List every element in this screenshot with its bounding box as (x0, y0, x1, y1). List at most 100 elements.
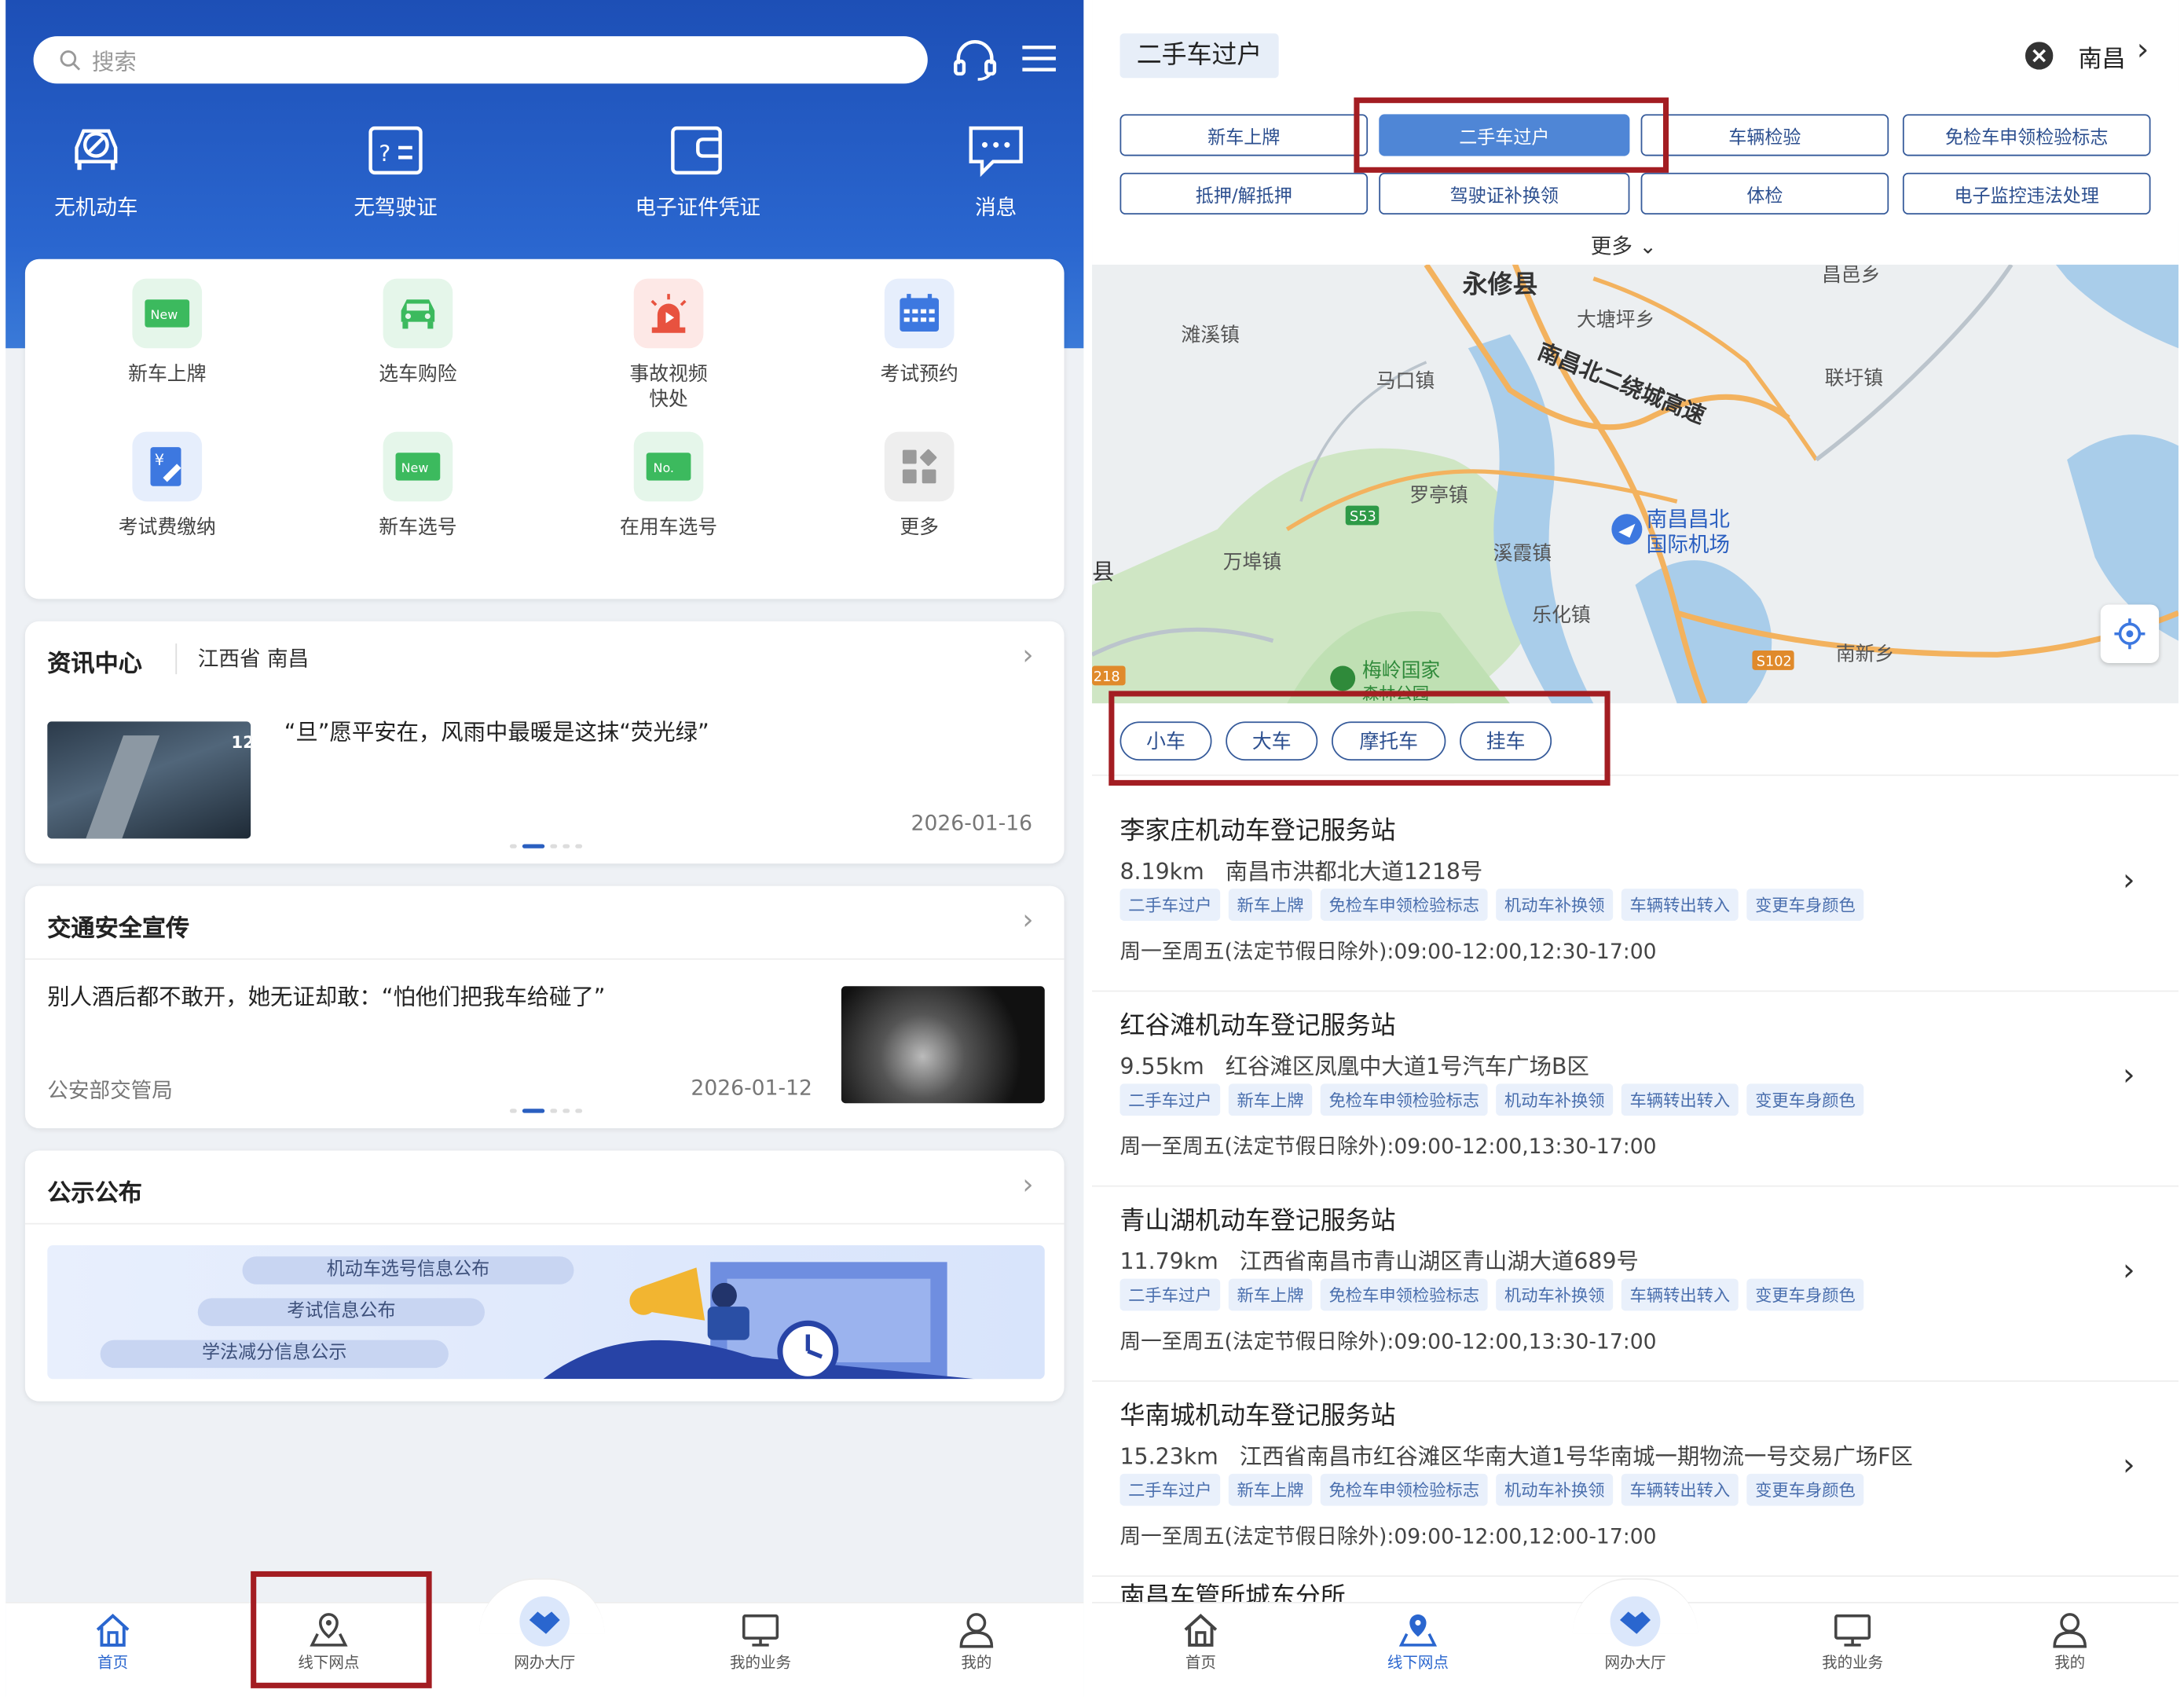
carousel-dots (509, 844, 583, 848)
wallet-icon (671, 126, 722, 175)
chevron-right-icon[interactable]: › (2123, 1254, 2135, 1288)
list-item[interactable]: 华南城机动车登记服务站 15.23km 江西省南昌市红谷滩区华南大道1号华南城一… (1092, 1382, 2179, 1578)
outlets-screen: 永修县 滩溪镇 大塘坪乡 马口镇 南昌北二绕城高速 联圩镇 罗亭镇 南昌昌北 国… (1092, 0, 2179, 1697)
bottom-tab-bar: 首页 线下网点 网办大厅 我的业务 我的 (5, 1578, 1084, 1697)
tab-online-hall[interactable]: 网办大厅 (1566, 1595, 1705, 1673)
receipt-icon: ¥ (132, 431, 203, 502)
list-item[interactable]: 李家庄机动车登记服务站 8.19km 南昌市洪都北大道1218号 二手车过户 新车… (1092, 797, 2179, 992)
chip-physical-exam[interactable]: 体检 (1640, 172, 1889, 215)
city-selector[interactable]: 南昌 (2078, 39, 2125, 74)
chip-mortgage[interactable]: 抵押/解抵押 (1119, 172, 1369, 215)
tile-no-license[interactable]: ? 无驾驶证 (305, 119, 486, 221)
tab-offline-outlets[interactable]: 线下网点 (259, 1611, 398, 1673)
home-icon (96, 1614, 130, 1647)
svg-text:S53: S53 (1350, 509, 1376, 525)
chevron-right-icon[interactable]: › (2123, 1058, 2135, 1093)
selected-service-tag[interactable]: 二手车过户 (1119, 33, 1279, 79)
chip-e-monitoring-violation[interactable]: 电子监控违法处理 (1902, 172, 2151, 215)
vehicle-type-small[interactable]: 小车 (1119, 721, 1212, 761)
chevron-right-icon[interactable]: › (1022, 638, 1033, 672)
megaphone-illustration (543, 1262, 976, 1380)
safety-card[interactable]: 交通安全宣传 › 别人酒后都不敢开，她无证却敢：“怕他们把我车给碰了” 公安部交… (24, 885, 1065, 1129)
monitor-icon (742, 1614, 779, 1647)
safety-headline[interactable]: 别人酒后都不敢开，她无证却敢：“怕他们把我车给碰了” (47, 978, 605, 1012)
chip-exempt-inspection-label[interactable]: 免检车申领检验标志 (1902, 114, 2151, 156)
service-new-car-number[interactable]: New 新车选号 (306, 431, 530, 541)
service-used-car-number[interactable]: No. 在用车选号 (557, 431, 780, 541)
svg-text:218: 218 (1094, 669, 1120, 685)
crosshair-icon (2114, 618, 2146, 650)
list-item[interactable]: 红谷滩机动车登记服务站 9.55km 红谷滩区凤凰中大道1号汽车广场B区 二手车… (1092, 991, 2179, 1187)
chevron-right-icon[interactable]: › (2137, 34, 2149, 68)
vehicle-type-large[interactable]: 大车 (1226, 721, 1318, 761)
title-divider (175, 643, 178, 675)
search-icon (60, 50, 81, 71)
service-car-insurance[interactable]: 选车购险 (306, 278, 530, 387)
service-more[interactable]: 更多 (808, 431, 1031, 541)
bottom-tab-bar: 首页 线下网点 网办大厅 我的业务 我的 (1092, 1578, 2179, 1697)
chevron-right-icon[interactable]: › (2123, 1449, 2135, 1483)
news-headline[interactable]: “旦”愿平安在，风雨中最暖是这抹“荧光绿” (284, 713, 709, 747)
menu-icon[interactable] (1020, 39, 1059, 79)
vehicle-type-motorcycle[interactable]: 摩托车 (1331, 721, 1446, 761)
notice-item[interactable]: 考试信息公布 (197, 1298, 486, 1326)
service-exam-booking[interactable]: 考试预约 (808, 278, 1031, 387)
tab-profile[interactable]: 我的 (2000, 1611, 2139, 1673)
chip-used-car-transfer[interactable]: 二手车过户 (1379, 114, 1630, 156)
notice-banner[interactable]: 机动车选号信息公布 考试信息公布 学法减分信息公示 (47, 1245, 1045, 1380)
tab-my-business[interactable]: 我的业务 (691, 1611, 830, 1673)
svg-text:New: New (150, 307, 178, 322)
tab-online-hall[interactable]: 网办大厅 (475, 1595, 614, 1673)
news-thumbnail: 12 (47, 721, 251, 839)
tab-profile[interactable]: 我的 (907, 1611, 1046, 1673)
service-new-car-plate[interactable]: New 新车上牌 (56, 278, 279, 387)
station-tags: 二手车过户 新车上牌 免检车申领检验标志 机动车补换领 车辆转出转入 变更车身颜色 (1119, 1083, 1864, 1116)
chevron-right-icon[interactable]: › (2123, 863, 2135, 898)
search-input[interactable]: 搜索 (33, 36, 928, 84)
chevron-down-icon: ⌄ (1639, 233, 1657, 259)
locate-button[interactable] (2100, 604, 2160, 663)
svg-text:国际机场: 国际机场 (1647, 533, 1730, 557)
chip-license-renewal[interactable]: 驾驶证补换领 (1379, 172, 1630, 215)
clear-icon[interactable] (2025, 42, 2054, 70)
svg-text:联圩镇: 联圩镇 (1825, 366, 1883, 389)
carousel-dots (509, 1109, 583, 1113)
svg-text:¥: ¥ (155, 451, 164, 469)
chip-new-car-plate[interactable]: 新车上牌 (1119, 114, 1369, 156)
tile-messages[interactable]: 消息 (905, 119, 1083, 221)
svg-text:S102: S102 (1757, 654, 1792, 669)
news-card[interactable]: 资讯中心 江西省 南昌 › 12 “旦”愿平安在，风雨中最暖是这抹“荧光绿” 2… (24, 621, 1065, 864)
notice-item[interactable]: 机动车选号信息公布 (242, 1256, 574, 1285)
headset-icon[interactable] (953, 39, 998, 81)
tile-e-certificate[interactable]: 电子证件凭证 (607, 119, 788, 221)
tab-home[interactable]: 首页 (43, 1611, 182, 1673)
list-item[interactable]: 青山湖机动车登记服务站 11.79km 江西省南昌市青山湖区青山湖大道689号 … (1092, 1187, 2179, 1382)
notice-item[interactable]: 学法减分信息公示 (100, 1340, 449, 1369)
chevron-right-icon[interactable]: › (1022, 1167, 1033, 1201)
service-accident-video[interactable]: 事故视频 快处 (557, 278, 780, 412)
notice-title: 公示公布 (47, 1179, 142, 1208)
more-toggle[interactable]: 更多 ⌄ (1591, 231, 1657, 260)
safety-title: 交通安全宣传 (47, 914, 190, 944)
notice-card[interactable]: 公示公布 › 机动车选号信息公布 考试信息公布 学法减分信息公示 (24, 1150, 1065, 1402)
svg-text:乐化镇: 乐化镇 (1532, 603, 1590, 626)
new-plate-icon: New (383, 431, 453, 502)
tile-no-vehicle[interactable]: 无机动车 (5, 119, 186, 221)
chevron-right-icon[interactable]: › (1022, 903, 1033, 936)
vehicle-type-trailer[interactable]: 挂车 (1460, 721, 1552, 761)
news-date: 2026-01-16 (911, 810, 1033, 836)
svg-text:滩溪镇: 滩溪镇 (1182, 323, 1240, 346)
map-pin-icon (310, 1613, 348, 1647)
svg-text:梅岭国家: 梅岭国家 (1362, 659, 1440, 682)
tab-offline-outlets[interactable]: 线下网点 (1348, 1611, 1487, 1673)
number-plate-icon: No. (633, 431, 704, 502)
station-tags: 二手车过户 新车上牌 免检车申领检验标志 机动车补换领 车辆转出转入 变更车身颜色 (1119, 889, 1864, 921)
chip-vehicle-inspection[interactable]: 车辆检验 (1640, 114, 1889, 156)
service-grid: New 新车上牌 选车购险 事故视频 快处 考试预约 ¥ 考试费缴纳 New 新… (24, 258, 1065, 599)
svg-text:森林公园: 森林公园 (1362, 684, 1429, 703)
no-car-icon (75, 129, 118, 170)
grid-more-icon (884, 431, 955, 502)
service-exam-fee[interactable]: ¥ 考试费缴纳 (56, 431, 279, 541)
tab-my-business[interactable]: 我的业务 (1783, 1611, 1922, 1673)
tab-home[interactable]: 首页 (1131, 1611, 1270, 1673)
